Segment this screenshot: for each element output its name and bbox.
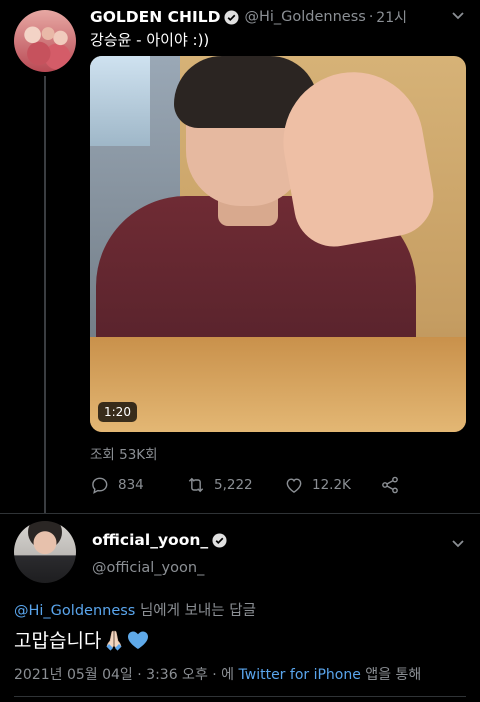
like-count: 12.2K bbox=[312, 477, 351, 493]
view-count: 조회 53K회 bbox=[90, 447, 158, 463]
video-duration-badge: 1:20 bbox=[98, 402, 137, 422]
golden-child-avatar[interactable] bbox=[14, 10, 76, 72]
retweet-icon bbox=[188, 477, 204, 493]
blue-heart-icon bbox=[127, 630, 149, 650]
display-name[interactable]: GOLDEN CHILD bbox=[90, 8, 220, 26]
reply-icon bbox=[92, 477, 108, 494]
chevron-down-icon[interactable] bbox=[450, 536, 466, 550]
share-icon bbox=[382, 476, 398, 494]
verified-badge-icon bbox=[212, 532, 227, 548]
praying-hands-icon bbox=[104, 629, 124, 651]
reply-to-suffix: 님에게 보내는 답글 bbox=[135, 603, 256, 619]
meta-separator: · 에 bbox=[207, 667, 239, 683]
video-frame-table bbox=[90, 337, 466, 432]
meta-separator: · bbox=[132, 667, 147, 683]
display-name[interactable]: official_yoon_ bbox=[92, 531, 208, 549]
tweet-divider bbox=[0, 513, 480, 514]
bottom-divider bbox=[14, 696, 466, 697]
user-handle[interactable]: @official_yoon_ bbox=[92, 560, 204, 576]
tweet-header: GOLDEN CHILD @Hi_Goldenness · 21시 bbox=[90, 6, 466, 28]
tweet-action-bar: 834 5,222 12.2K bbox=[90, 474, 420, 496]
thread-connector-line bbox=[44, 76, 46, 514]
reply-author-name: official_yoon_ bbox=[92, 531, 227, 549]
reply-button[interactable]: 834 bbox=[90, 474, 144, 496]
verified-badge-icon bbox=[224, 9, 239, 25]
reply-text: 고맙습니다 bbox=[14, 630, 102, 652]
replying-to-line: @Hi_Goldenness 님에게 보내는 답글 bbox=[14, 599, 256, 620]
tweet-source-link[interactable]: Twitter for iPhone bbox=[239, 667, 361, 683]
official-yoon-avatar[interactable] bbox=[14, 521, 76, 583]
tweet-time[interactable]: 21시 bbox=[376, 7, 407, 27]
share-button[interactable] bbox=[380, 474, 408, 496]
video-frame-window bbox=[90, 56, 150, 146]
tweet-metadata: 2021년 05월 04일 · 3:36 오후 · 에 Twitter for … bbox=[14, 664, 421, 684]
reply-count: 834 bbox=[118, 477, 144, 493]
tweet-date[interactable]: 2021년 05월 04일 bbox=[14, 667, 133, 683]
tweet-time[interactable]: 3:36 오후 bbox=[146, 667, 208, 683]
chevron-down-icon[interactable] bbox=[450, 8, 466, 22]
video-player[interactable]: 1:20 bbox=[90, 56, 466, 432]
retweet-button[interactable]: 5,222 bbox=[186, 474, 253, 496]
like-button[interactable]: 12.2K bbox=[284, 474, 351, 496]
reply-tweet-text: 고맙습니다 bbox=[14, 626, 149, 653]
retweet-count: 5,222 bbox=[214, 477, 253, 493]
tweet-text: 강승윤 - 아이야 :)) bbox=[90, 31, 210, 49]
meta-suffix: 앱을 통해 bbox=[360, 667, 422, 683]
user-handle[interactable]: @Hi_Goldenness bbox=[244, 9, 365, 25]
heart-icon bbox=[286, 478, 302, 493]
reply-mention-link[interactable]: @Hi_Goldenness bbox=[14, 603, 135, 619]
separator-dot: · bbox=[368, 9, 374, 25]
